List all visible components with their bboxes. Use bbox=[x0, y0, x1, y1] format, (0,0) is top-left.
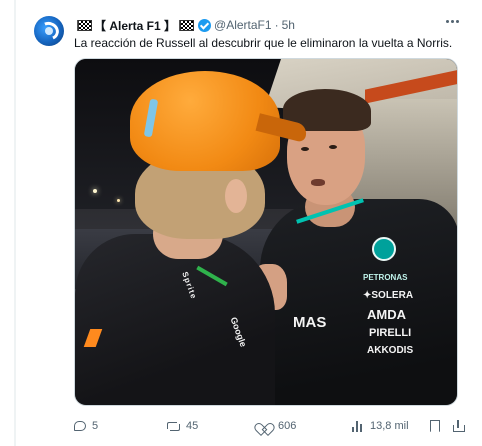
russell-suit bbox=[260, 199, 457, 405]
timeline-rail bbox=[14, 0, 16, 446]
norris-ear bbox=[225, 179, 247, 213]
retweet-icon bbox=[166, 421, 180, 431]
verified-icon bbox=[198, 18, 212, 32]
sponsor-akkodis: AKKODIS bbox=[367, 345, 414, 356]
tweet-text: La reacción de Russell al descubrir que … bbox=[74, 36, 453, 50]
tweet-actions: 5 45 606 13,8 mil bbox=[74, 418, 465, 434]
avatar-dot bbox=[45, 27, 53, 35]
checkered-flag-icon bbox=[77, 20, 92, 31]
avatar[interactable] bbox=[34, 16, 64, 46]
sponsor-amd: AMDA bbox=[367, 307, 406, 322]
retweet-count: 45 bbox=[186, 420, 199, 432]
russell-eye bbox=[301, 147, 309, 151]
reply-icon bbox=[74, 421, 86, 431]
russell-mouth bbox=[311, 179, 325, 186]
russell-eye bbox=[329, 145, 337, 149]
handle[interactable]: @AlertaF1 bbox=[214, 18, 272, 32]
timestamp[interactable]: 5h bbox=[282, 18, 295, 32]
reply-button[interactable]: 5 bbox=[74, 418, 98, 434]
views-button[interactable]: 13,8 mil bbox=[352, 418, 409, 434]
share-icon bbox=[452, 420, 465, 432]
bookmark-button[interactable] bbox=[430, 418, 440, 434]
photo-light bbox=[117, 199, 120, 202]
norris-suit bbox=[75, 234, 275, 405]
like-count: 606 bbox=[278, 420, 297, 432]
views-count: 13,8 mil bbox=[370, 420, 409, 432]
separator: · bbox=[274, 18, 279, 32]
like-icon bbox=[260, 421, 272, 432]
share-button[interactable] bbox=[452, 418, 465, 434]
sponsor-mas: MAS bbox=[293, 314, 327, 331]
tweet-card[interactable]: 【 Alerta F1 】 @AlertaF1 · 5h La reacción… bbox=[0, 0, 482, 446]
tweet-header: 【 Alerta F1 】 @AlertaF1 · 5h bbox=[74, 17, 295, 33]
retweet-button[interactable]: 45 bbox=[166, 418, 198, 434]
reply-count: 5 bbox=[92, 420, 99, 432]
like-button[interactable]: 606 bbox=[260, 418, 296, 434]
views-icon bbox=[352, 420, 364, 432]
photo-light bbox=[93, 189, 97, 193]
tweet-photo[interactable]: PETRONAS ✦SOLERA AMDA PIRELLI AKKODIS MA… bbox=[74, 58, 458, 406]
bookmark-icon bbox=[430, 420, 440, 432]
sponsor-pirelli: PIRELLI bbox=[369, 327, 412, 339]
checkered-flag-icon bbox=[179, 20, 195, 31]
mercedes-logo bbox=[372, 237, 396, 261]
display-name[interactable]: 【 Alerta F1 】 bbox=[94, 17, 176, 34]
sponsor-solera: ✦SOLERA bbox=[363, 290, 414, 301]
sponsor-petronas: PETRONAS bbox=[363, 273, 408, 282]
more-icon[interactable] bbox=[446, 20, 459, 23]
